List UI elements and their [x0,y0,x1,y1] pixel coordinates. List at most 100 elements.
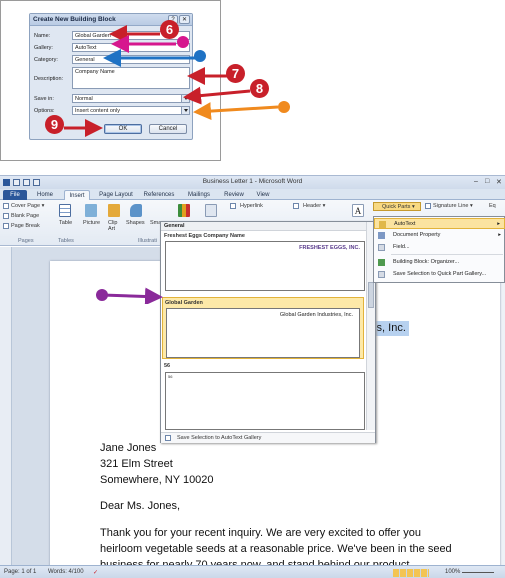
close-window-button[interactable]: ✕ [496,178,502,186]
menu-field-label: Field... [393,244,410,250]
tab-home[interactable]: Home [33,190,57,200]
save-selection-icon [165,435,171,441]
callout-dot-blue [194,50,206,62]
blank-page-button[interactable]: Blank Page [11,213,39,219]
word-count[interactable]: Words: 4/100 [48,569,84,575]
gallery-item-3-preview: 56 [168,374,173,379]
title-bar: Business Letter 1 - Microsoft Word – □ ✕ [0,176,505,189]
gallery-item-2-preview: Global Garden Industries, Inc. [279,312,353,318]
minimize-button[interactable]: – [474,178,478,185]
menu-field[interactable]: Field... [374,242,505,253]
view-buttons[interactable] [393,569,429,577]
tab-page-layout[interactable]: Page Layout [96,190,136,200]
table-icon [59,204,71,217]
menu-document-property[interactable]: Document Property ▸ [374,230,505,241]
cover-page-button[interactable]: Cover Page ▾ [11,203,44,209]
ribbon-tabs: File Home Insert Page Layout References … [0,189,505,200]
tab-insert[interactable]: Insert [64,190,90,200]
screenshot-icon [205,204,217,217]
recipient-street: 321 Elm Street [100,458,173,470]
gallery-item-1[interactable]: FRESHEST EGGS, INC. [165,241,365,291]
text-box-icon: A [352,204,364,217]
callout-9: 9 [45,115,64,134]
menu-document-property-label: Document Property [393,232,441,238]
gallery-item-2: Global Garden Industries, Inc. [166,308,360,358]
body-line-2: heirloom vegetable seeds at a reasonable… [100,543,452,555]
quick-parts-label: Quick Parts ▾ [382,204,415,210]
menu-building-blocks-organizer[interactable]: Building Block: Organizer... [374,257,505,268]
menu-separator [391,254,503,255]
pages-group-label: Pages [18,238,34,244]
quick-parts-menu: AutoText ▸ Document Property ▸ Field... … [373,216,505,283]
chart-icon [178,204,190,217]
gallery-scroll-thumb[interactable] [368,282,374,308]
signature-line-icon [425,203,431,209]
menu-save-quick-part-label: Save Selection to Quick Part Gallery... [393,271,487,277]
header-icon [293,203,299,209]
zoom-slider[interactable] [462,572,494,573]
gallery-item-3-title: 56 [164,363,171,369]
autotext-icon [379,221,386,228]
tab-review[interactable]: Review [220,190,248,200]
callout-6: 6 [160,20,179,39]
shapes-button[interactable]: Shapes [126,220,145,226]
callout-dot-magenta [177,36,189,48]
menu-save-to-quick-part-gallery[interactable]: Save Selection to Quick Part Gallery... [374,269,505,280]
tab-mailings[interactable]: Mailings [183,190,215,200]
tables-group-label: Tables [58,238,74,244]
save-quick-part-icon [378,271,385,278]
save-to-autotext-item[interactable]: Save Selection to AutoText Gallery [161,432,375,443]
tab-view[interactable]: View [252,190,274,200]
maximize-button[interactable]: □ [485,178,489,185]
gallery-item-2-highlight[interactable]: Global Garden Global Garden Industries, … [162,297,364,359]
clip-art-icon [108,204,120,217]
window-title: Business Letter 1 - Microsoft Word [202,178,303,185]
callout-7: 7 [226,64,245,83]
document-property-icon [378,232,385,239]
picture-icon [85,204,97,217]
menu-autotext[interactable]: AutoText ▸ [374,218,505,229]
signature-line-button[interactable]: Signature Line ▾ [433,203,473,209]
proofing-icon[interactable]: ✓ [93,569,98,576]
organizer-icon [378,259,385,266]
picture-button[interactable]: Picture [83,220,100,226]
page-break-icon [3,223,9,229]
autotext-gallery: General Freshest Eggs Company Name FRESH… [160,221,376,443]
quick-parts-button[interactable]: Quick Parts ▾ [373,202,421,211]
tab-file[interactable]: File [3,190,27,200]
gallery-item-1-preview: FRESHEST EGGS, INC. [299,245,360,251]
callout-8: 8 [250,79,269,98]
page-break-button[interactable]: Page Break [11,223,40,229]
gallery-item-1-title: Freshest Eggs Company Name [164,233,245,239]
submenu-arrow-icon: ▸ [497,221,500,227]
table-button[interactable]: Table [59,220,72,226]
clip-art-button[interactable]: Clip Art [108,220,122,232]
word-window: Business Letter 1 - Microsoft Word – □ ✕… [0,175,505,578]
recipient-city: Somewhere, NY 10020 [100,474,214,486]
body-line-1: Thank you for your recent inquiry. We ar… [100,527,421,539]
status-bar: Page: 1 of 1 Words: 4/100 ✓ 100% [0,565,505,578]
illustrations-group-label: Illustrati [138,238,157,244]
menu-autotext-label: AutoText [394,221,416,227]
gallery-item-3[interactable]: 56 [165,372,365,430]
gallery-item-2-title: Global Garden [165,300,203,306]
cover-page-icon [3,203,9,209]
salutation: Dear Ms. Jones, [100,500,181,512]
save-to-autotext-label: Save Selection to AutoText Gallery [177,435,262,441]
field-icon [378,244,385,251]
menu-organizer-label: Building Block: Organizer... [393,259,460,265]
callout-dot-purple [96,289,108,301]
page-count[interactable]: Page: 1 of 1 [4,569,36,575]
header-button[interactable]: Header ▾ [303,203,325,209]
submenu-arrow-icon: ▸ [498,232,501,238]
blank-page-icon [3,213,9,219]
vertical-ruler [0,247,12,567]
hyperlink-button[interactable]: Hyperlink [240,203,263,209]
zoom-level: 100% [445,569,461,575]
equation-button[interactable]: Eq [489,203,496,209]
shapes-icon [130,204,142,217]
hyperlink-icon [230,203,236,209]
recipient-name: Jane Jones [100,442,157,454]
gallery-section-general: General [161,222,375,231]
tab-references[interactable]: References [140,190,178,200]
